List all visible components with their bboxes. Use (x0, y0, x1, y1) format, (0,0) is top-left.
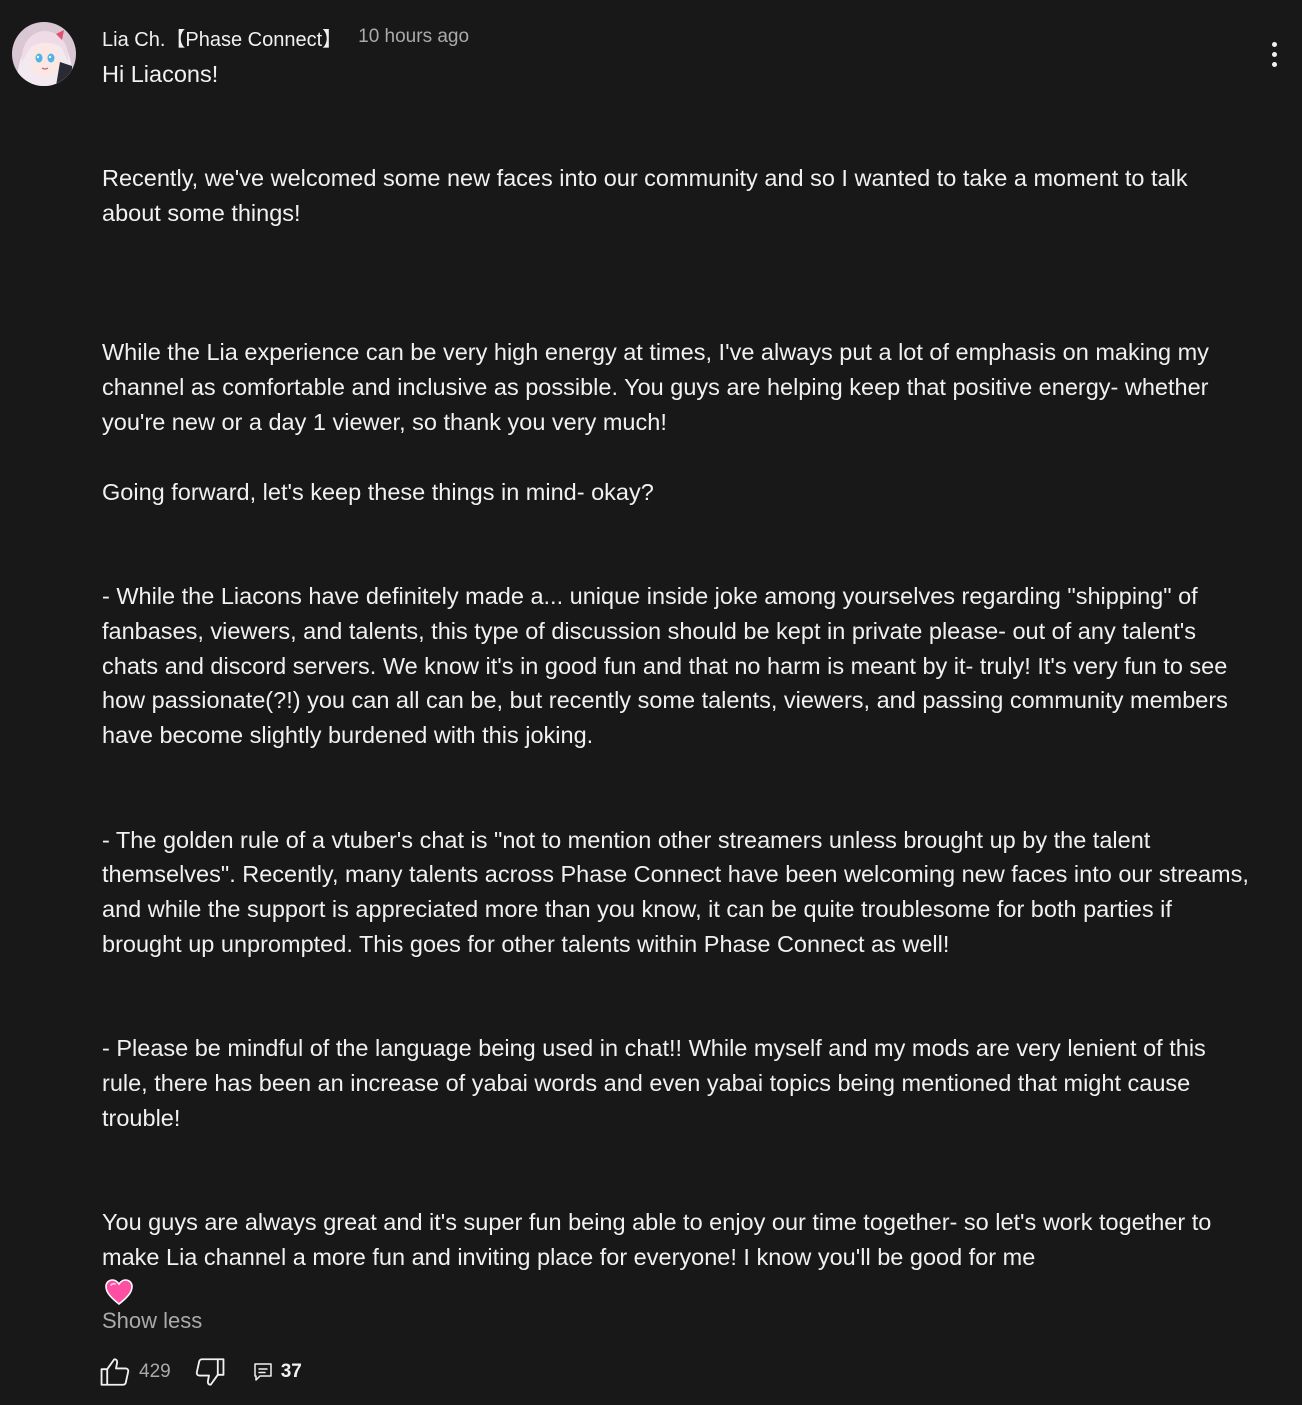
thumb-up-icon[interactable] (96, 1353, 134, 1391)
like-count: 429 (139, 1361, 171, 1382)
reply-comment-icon (253, 1363, 272, 1381)
author-avatar[interactable] (12, 22, 76, 86)
more-vert-icon[interactable] (1254, 34, 1294, 74)
comment-header: Lia Ch.【Phase Connect】 10 hours ago (102, 23, 469, 51)
replies-button[interactable]: 37 (253, 1361, 302, 1383)
anime-girl-avatar-icon (12, 22, 76, 86)
menu-dot (1271, 51, 1277, 57)
author-name[interactable]: Lia Ch.【Phase Connect】 (102, 23, 342, 52)
thumb-down-icon[interactable] (191, 1353, 229, 1391)
menu-dot (1271, 61, 1277, 67)
show-less-button[interactable]: Show less (102, 1308, 202, 1334)
reply-count: 37 (280, 1361, 302, 1382)
comment-timestamp[interactable]: 10 hours ago (358, 26, 469, 48)
menu-dot (1271, 41, 1277, 47)
comment-body: Hi Liacons! Recently, we've welcomed som… (102, 61, 1249, 1271)
comment-actions: 429 37 (96, 1352, 302, 1392)
pink-heart-emoji-icon (104, 1278, 134, 1306)
